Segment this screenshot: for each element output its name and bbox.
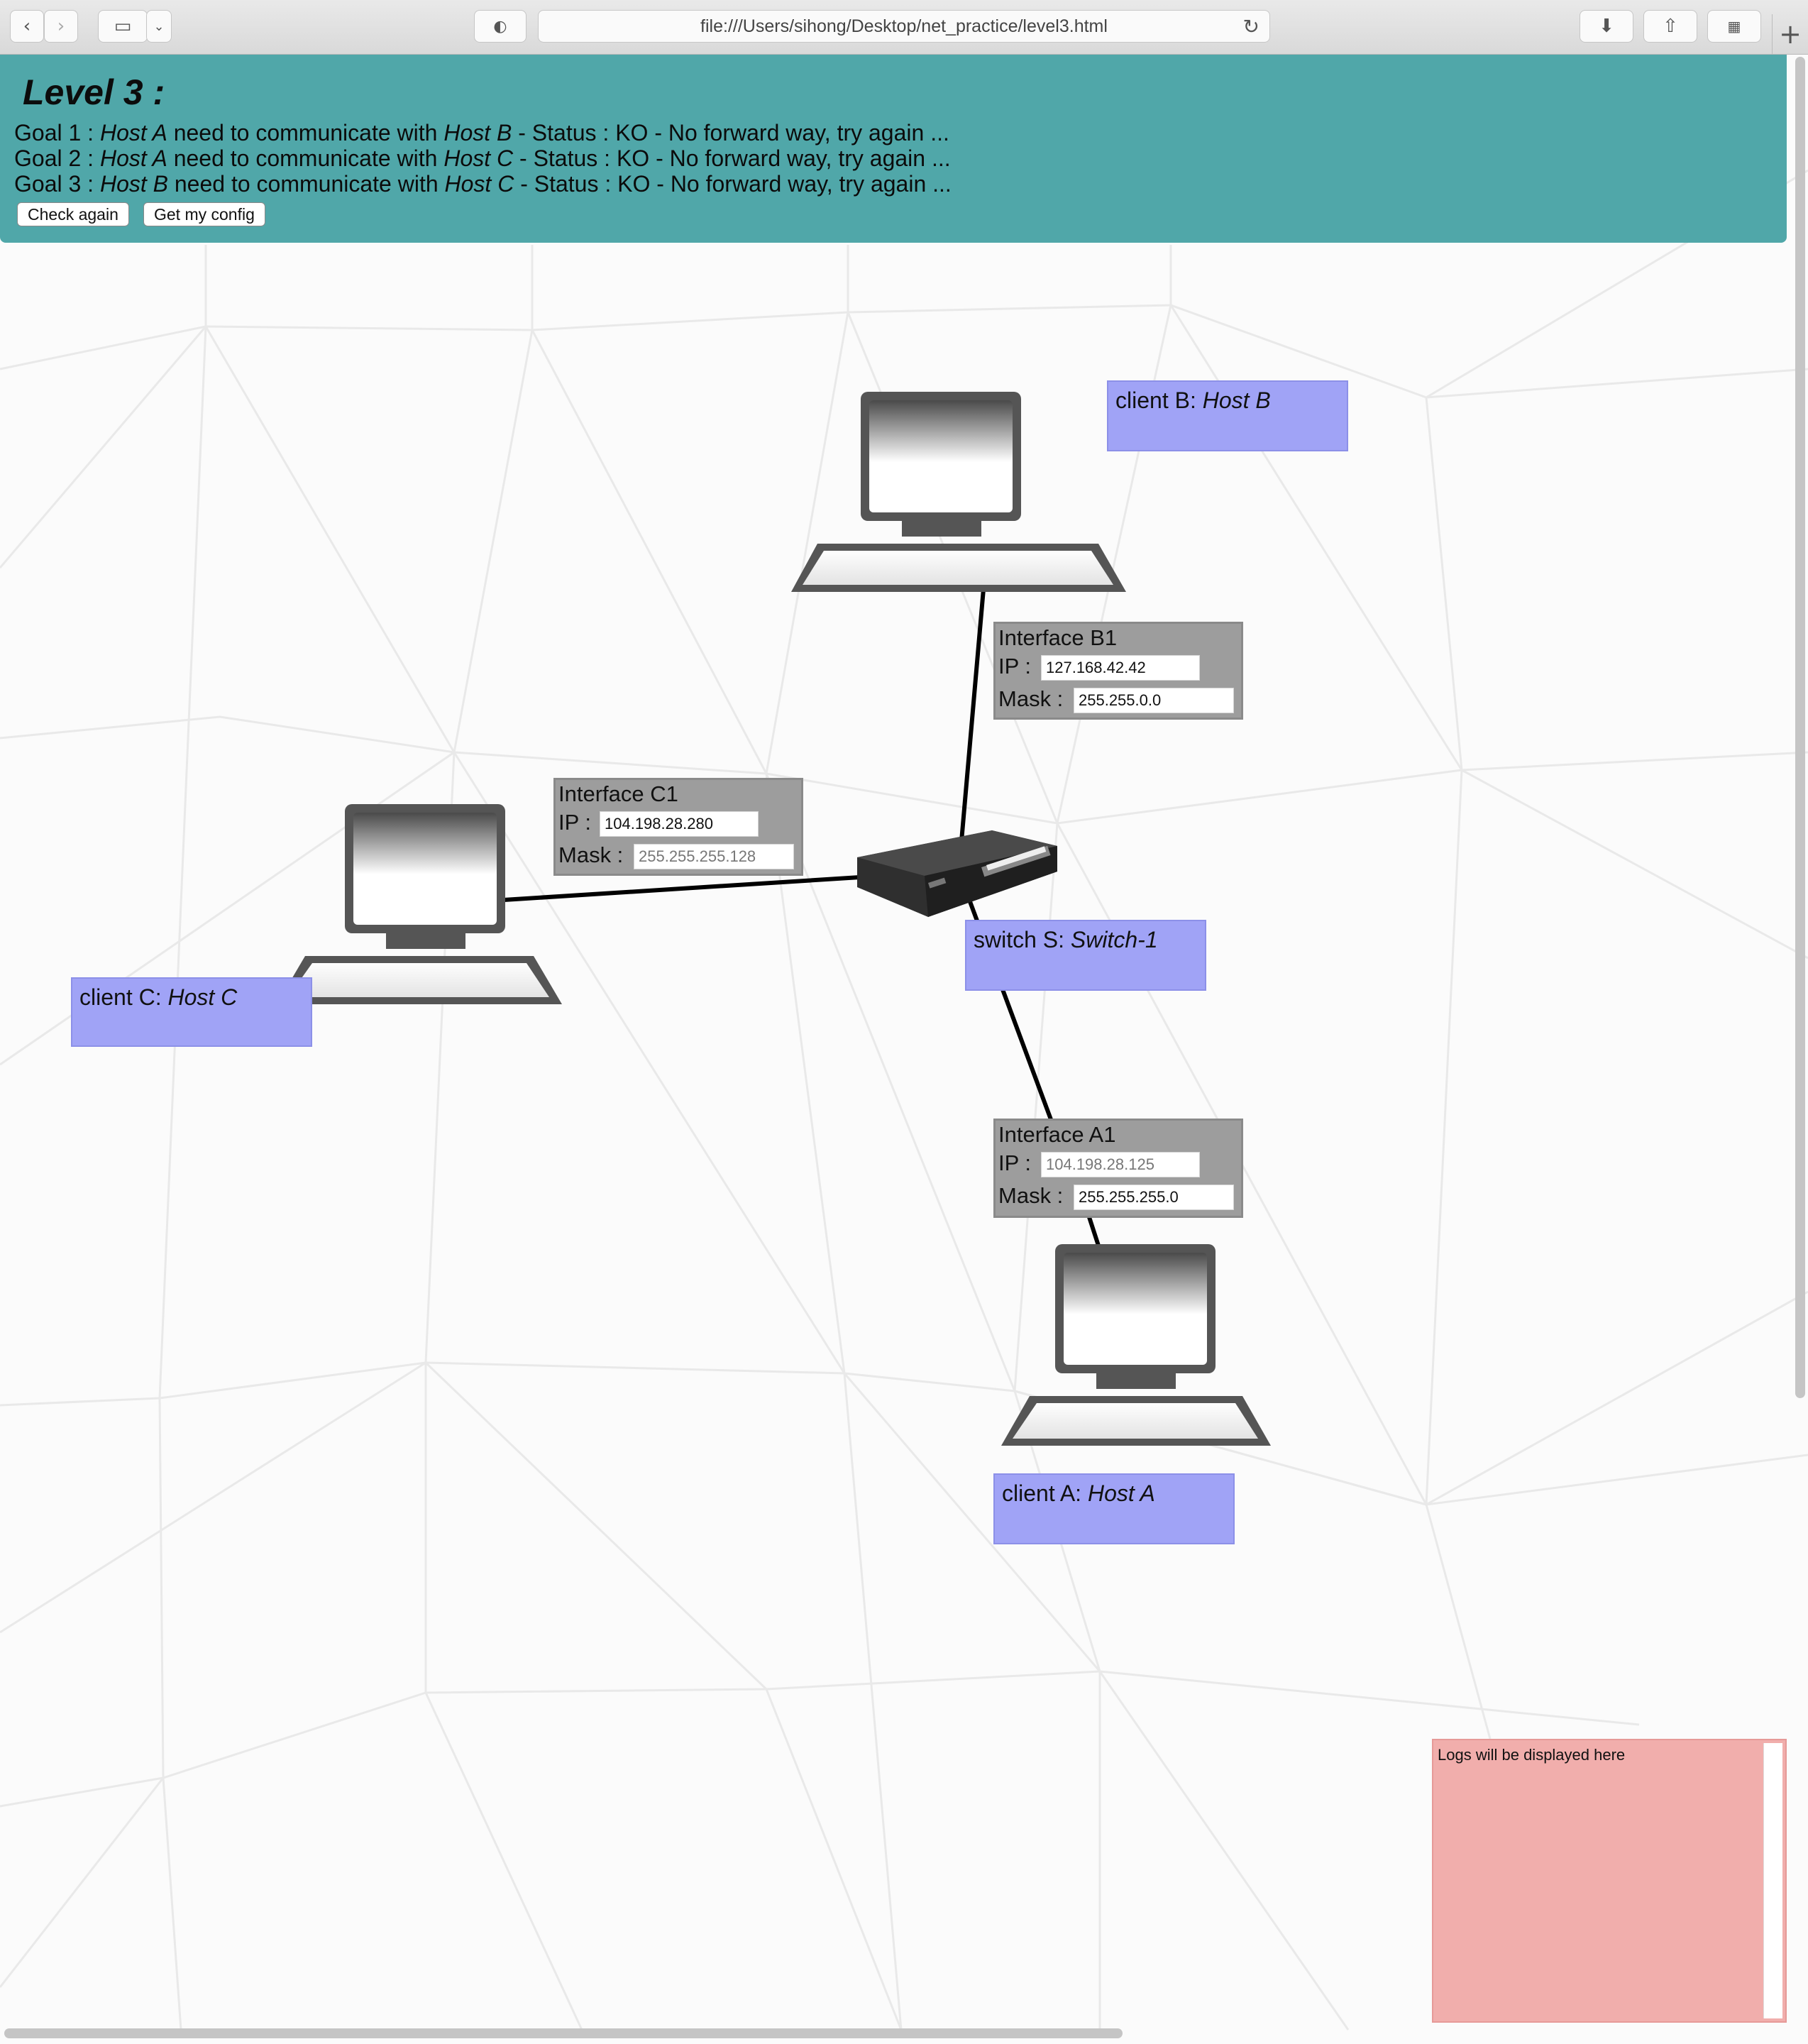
interface-title: Interface C1: [558, 781, 678, 806]
interface-c1: Interface C1 IP : Mask :: [553, 778, 803, 876]
goal-host: Host B: [99, 171, 168, 197]
vertical-scrollbar[interactable]: [1795, 57, 1805, 1398]
get-config-button[interactable]: Get my config: [143, 202, 265, 226]
tab-overview-icon[interactable]: ▦: [1707, 10, 1761, 43]
goal-host: Host C: [443, 145, 514, 171]
goal-text: need to communicate with: [167, 120, 444, 145]
link-a1-host: [1087, 1216, 1101, 1246]
horizontal-scrollbar[interactable]: [4, 2028, 1123, 2038]
goal-prefix: Goal 1 :: [14, 120, 100, 145]
level-header: Level 3 : Goal 1 : Host A need to commun…: [0, 55, 1787, 243]
check-again-button[interactable]: Check again: [17, 202, 129, 226]
node-type: client C:: [79, 984, 168, 1010]
mask-input[interactable]: [1074, 1185, 1234, 1210]
switch-icon: [857, 830, 1057, 917]
goal-3: Goal 3 : Host B need to communicate with…: [14, 171, 952, 197]
ip-label: IP :: [998, 1150, 1031, 1175]
interface-title: Interface A1: [998, 1122, 1116, 1147]
node-name: Host A: [1087, 1480, 1155, 1506]
goal-prefix: Goal 2 :: [14, 145, 100, 171]
computer-icon-host-a: [1001, 1244, 1271, 1446]
ip-input[interactable]: [600, 811, 759, 837]
client-c-label: client C: Host C: [71, 977, 312, 1047]
logs-scrollbar[interactable]: [1763, 1743, 1782, 2018]
forward-icon[interactable]: ›: [44, 10, 78, 43]
mask-label: Mask :: [558, 842, 624, 867]
sidebar-icon[interactable]: ▭: [98, 10, 148, 43]
mask-input[interactable]: [634, 844, 794, 869]
back-icon[interactable]: ‹: [10, 10, 44, 43]
ip-label: IP :: [558, 810, 591, 835]
browser-toolbar: ‹ › ▭ ⌄ ◐ file:///Users/sihong/Desktop/n…: [0, 0, 1808, 55]
goal-host: Host C: [444, 171, 514, 197]
goal-prefix: Goal 3 :: [14, 171, 100, 197]
interface-a1: Interface A1 IP : Mask :: [993, 1119, 1243, 1218]
interface-b1: Interface B1 IP : Mask :: [993, 622, 1243, 720]
mask-input[interactable]: [1074, 688, 1234, 713]
goal-2: Goal 2 : Host A need to communicate with…: [14, 145, 952, 171]
mask-label: Mask :: [998, 686, 1064, 711]
node-name: Host B: [1202, 388, 1271, 413]
goal-1: Goal 1 : Host A need to communicate with…: [14, 120, 952, 145]
computer-icon-host-c: [277, 804, 562, 1004]
interface-title: Interface B1: [998, 625, 1118, 650]
client-a-label: client A: Host A: [993, 1473, 1235, 1544]
goal-status: - Status : KO - No forward way, try agai…: [513, 145, 951, 171]
computer-icon-host-b: [791, 392, 1126, 592]
ip-input[interactable]: [1041, 1152, 1200, 1177]
goal-host: Host B: [443, 120, 512, 145]
node-type: client A:: [1002, 1480, 1088, 1506]
url-text: file:///Users/sihong/Desktop/net_practic…: [700, 16, 1108, 36]
chevron-down-icon[interactable]: ⌄: [146, 10, 172, 43]
ip-input[interactable]: [1041, 655, 1200, 681]
node-name: Host C: [167, 984, 238, 1010]
download-icon[interactable]: ⬇: [1580, 10, 1633, 43]
mask-label: Mask :: [998, 1183, 1064, 1208]
goal-text: need to communicate with: [167, 145, 444, 171]
ip-label: IP :: [998, 654, 1031, 678]
logs-panel[interactable]: Logs will be displayed here: [1432, 1739, 1787, 2023]
share-icon[interactable]: ⇧: [1643, 10, 1697, 43]
goal-status: - Status : KO - No forward way, try agai…: [514, 171, 952, 197]
page-title: Level 3 :: [23, 72, 165, 112]
goal-host: Host A: [99, 120, 167, 145]
goals-list: Goal 1 : Host A need to communicate with…: [14, 120, 952, 197]
link-b-switch: [959, 588, 986, 842]
node-type: switch S:: [974, 927, 1071, 952]
logs-text: Logs will be displayed here: [1438, 1746, 1626, 1764]
node-type: client B:: [1115, 388, 1203, 413]
goal-host: Host A: [99, 145, 167, 171]
address-bar[interactable]: file:///Users/sihong/Desktop/net_practic…: [538, 10, 1270, 43]
client-b-label: client B: Host B: [1107, 380, 1348, 451]
node-name: Switch-1: [1070, 927, 1158, 952]
shield-icon[interactable]: ◐: [474, 10, 527, 43]
goal-text: need to communicate with: [167, 171, 445, 197]
new-tab-icon[interactable]: +: [1772, 14, 1808, 54]
switch-s-label: switch S: Switch-1: [965, 920, 1206, 991]
reload-icon[interactable]: ↻: [1243, 15, 1259, 38]
goal-status: - Status : KO - No forward way, try agai…: [512, 120, 949, 145]
link-c-switch: [503, 875, 861, 902]
